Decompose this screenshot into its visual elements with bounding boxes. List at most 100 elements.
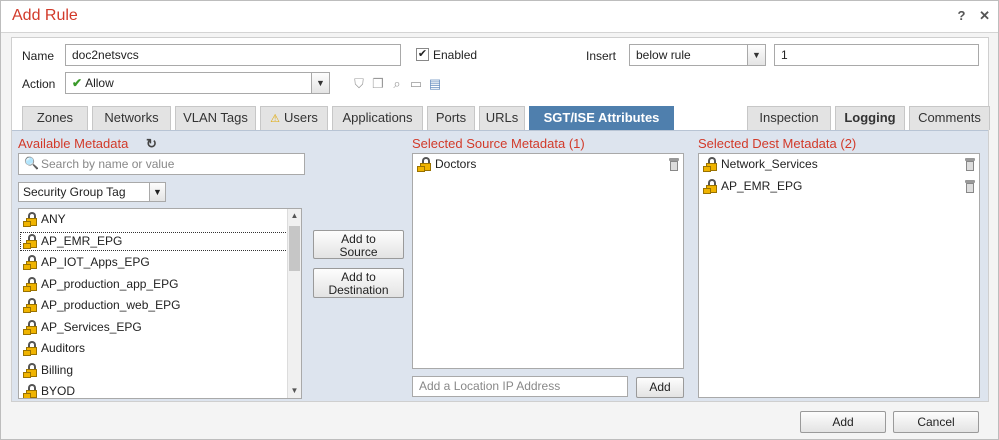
name-label: Name bbox=[22, 49, 55, 63]
list-item-label: Doctors bbox=[435, 157, 477, 171]
security-tag-icon bbox=[703, 157, 717, 172]
list-item[interactable]: BYOD bbox=[19, 381, 301, 398]
enabled-label: Enabled bbox=[433, 48, 478, 62]
copy-icon[interactable]: ❐ bbox=[370, 76, 386, 92]
list-item-label: AP_production_web_EPG bbox=[41, 298, 181, 312]
tab-label: Comments bbox=[918, 110, 981, 125]
security-tag-icon bbox=[23, 255, 37, 270]
trash-icon[interactable] bbox=[669, 158, 679, 171]
action-icons: ⛉ ❐ ⌕ ▭ ▤ bbox=[351, 76, 443, 94]
add-location-button[interactable]: Add bbox=[636, 377, 684, 398]
list-item[interactable]: AP_production_app_EPG bbox=[19, 274, 301, 296]
tab-users[interactable]: ⚠ Users bbox=[260, 106, 328, 130]
list-item[interactable]: Billing bbox=[19, 360, 301, 382]
location-ip-input[interactable]: Add a Location IP Address bbox=[412, 376, 628, 397]
security-tag-icon bbox=[23, 233, 37, 249]
insert-select[interactable]: below rule ▼ bbox=[629, 44, 766, 66]
add-to-source-button[interactable]: Add to Source bbox=[313, 230, 404, 259]
list-item[interactable]: Network_Services bbox=[699, 154, 979, 176]
scroll-thumb[interactable] bbox=[289, 226, 300, 271]
tab-label: SGT/ISE Attributes bbox=[543, 110, 660, 125]
list-item[interactable]: ANY bbox=[19, 209, 301, 231]
search-log-icon[interactable]: ⌕ bbox=[389, 76, 405, 92]
list-item-label: BYOD bbox=[41, 384, 76, 398]
list-item[interactable]: Auditors bbox=[19, 338, 301, 360]
tab-zones[interactable]: Zones bbox=[22, 106, 88, 130]
warning-icon: ⚠ bbox=[270, 113, 280, 125]
tab-label: Inspection bbox=[759, 110, 819, 125]
refresh-icon[interactable]: ↻ bbox=[146, 136, 157, 152]
security-tag-icon bbox=[23, 319, 37, 335]
tab-ports[interactable]: Ports bbox=[427, 106, 475, 130]
button-label-line2: Destination bbox=[328, 283, 389, 297]
enabled-checkbox[interactable]: ✔ bbox=[416, 48, 429, 61]
security-tag-icon bbox=[23, 212, 37, 227]
trash-icon[interactable] bbox=[965, 158, 975, 171]
action-label: Action bbox=[22, 77, 56, 91]
security-tag-icon bbox=[23, 362, 37, 378]
tab-vlan-tags[interactable]: VLAN Tags bbox=[175, 106, 256, 130]
metadata-search-input[interactable]: 🔍 Search by name or value bbox=[18, 153, 305, 175]
list-item-label: AP_production_app_EPG bbox=[41, 276, 179, 291]
shield-icon[interactable]: ⛉ bbox=[351, 76, 367, 92]
list-item[interactable]: Doctors bbox=[413, 154, 683, 176]
list-item-label: Auditors bbox=[41, 341, 86, 355]
trash-icon[interactable] bbox=[965, 179, 975, 193]
tab-label: Logging bbox=[844, 110, 896, 125]
dialog-title: Add Rule bbox=[12, 7, 78, 24]
title-bar: Add Rule ? ✕ bbox=[1, 1, 998, 33]
action-select-value: Allow bbox=[85, 76, 114, 90]
selected-dest-list[interactable]: Network_Services AP_EMR_EPG bbox=[698, 153, 980, 398]
tab-label: Applications bbox=[342, 110, 413, 125]
list-item-label: Network_Services bbox=[721, 157, 818, 171]
chevron-down-icon: ▼ bbox=[747, 45, 765, 65]
insert-position-field[interactable]: 1 bbox=[774, 44, 979, 66]
tab-networks[interactable]: Networks bbox=[92, 106, 171, 130]
tab-sgt-ise-attributes[interactable]: SGT/ISE Attributes bbox=[529, 106, 674, 130]
scroll-up-icon[interactable]: ▲ bbox=[288, 209, 301, 223]
tab-applications[interactable]: Applications bbox=[332, 106, 423, 130]
list-item[interactable]: AP_EMR_EPG bbox=[19, 231, 301, 253]
tab-label: URLs bbox=[485, 110, 519, 125]
security-tag-icon bbox=[703, 178, 717, 194]
sgt-content: Available Metadata ↻ 🔍 Search by name or… bbox=[12, 130, 988, 401]
help-icon[interactable]: ? bbox=[958, 8, 966, 23]
list-item[interactable]: AP_IOT_Apps_EPG bbox=[19, 252, 301, 274]
security-tag-icon bbox=[23, 384, 37, 398]
name-field[interactable]: doc2netsvcs bbox=[65, 44, 401, 66]
selected-source-title: Selected Source Metadata (1) bbox=[412, 136, 585, 151]
scroll-down-icon[interactable]: ▼ bbox=[288, 384, 301, 398]
tab-label: Ports bbox=[435, 110, 467, 125]
scrollbar[interactable]: ▲ ▼ bbox=[287, 209, 301, 398]
list-item[interactable]: AP_Services_EPG bbox=[19, 317, 301, 339]
document-icon[interactable]: ▤ bbox=[427, 76, 443, 92]
add-button[interactable]: Add bbox=[800, 411, 886, 433]
tab-logging[interactable]: Logging bbox=[835, 106, 905, 130]
list-item-label: Billing bbox=[41, 362, 74, 377]
close-icon[interactable]: ✕ bbox=[979, 8, 990, 23]
folder-icon[interactable]: ▭ bbox=[408, 76, 424, 92]
tab-urls[interactable]: URLs bbox=[479, 106, 525, 130]
search-placeholder: Search by name or value bbox=[41, 157, 175, 171]
title-icons: ? ✕ bbox=[948, 8, 990, 24]
tab-label: Users bbox=[283, 110, 318, 125]
list-item[interactable]: AP_EMR_EPG bbox=[699, 176, 979, 198]
cancel-button[interactable]: Cancel bbox=[893, 411, 979, 433]
tab-bar: Zones Networks VLAN Tags ⚠ Users Applicat… bbox=[22, 106, 990, 130]
metadata-type-select[interactable]: Security Group Tag ▼ bbox=[18, 182, 166, 202]
metadata-type-value: Security Group Tag bbox=[23, 185, 126, 199]
chevron-down-icon: ▼ bbox=[149, 183, 165, 201]
available-metadata-list[interactable]: ANY AP_EMR_EPG AP_IOT_Apps_EPG AP_productio… bbox=[18, 208, 302, 399]
tab-comments[interactable]: Comments bbox=[909, 106, 990, 130]
available-metadata-title: Available Metadata bbox=[18, 136, 129, 151]
selected-source-list[interactable]: Doctors bbox=[412, 153, 684, 369]
action-select[interactable]: ✔ Allow ▼ bbox=[65, 72, 330, 94]
search-icon: 🔍 bbox=[24, 156, 39, 170]
selected-dest-title: Selected Dest Metadata (2) bbox=[698, 136, 857, 151]
insert-select-value: below rule bbox=[636, 48, 691, 62]
insert-label: Insert bbox=[586, 49, 617, 63]
add-to-destination-button[interactable]: Add to Destination bbox=[313, 268, 404, 298]
chevron-down-icon: ▼ bbox=[311, 73, 329, 93]
tab-inspection[interactable]: Inspection bbox=[747, 106, 831, 130]
list-item[interactable]: AP_production_web_EPG bbox=[19, 295, 301, 317]
